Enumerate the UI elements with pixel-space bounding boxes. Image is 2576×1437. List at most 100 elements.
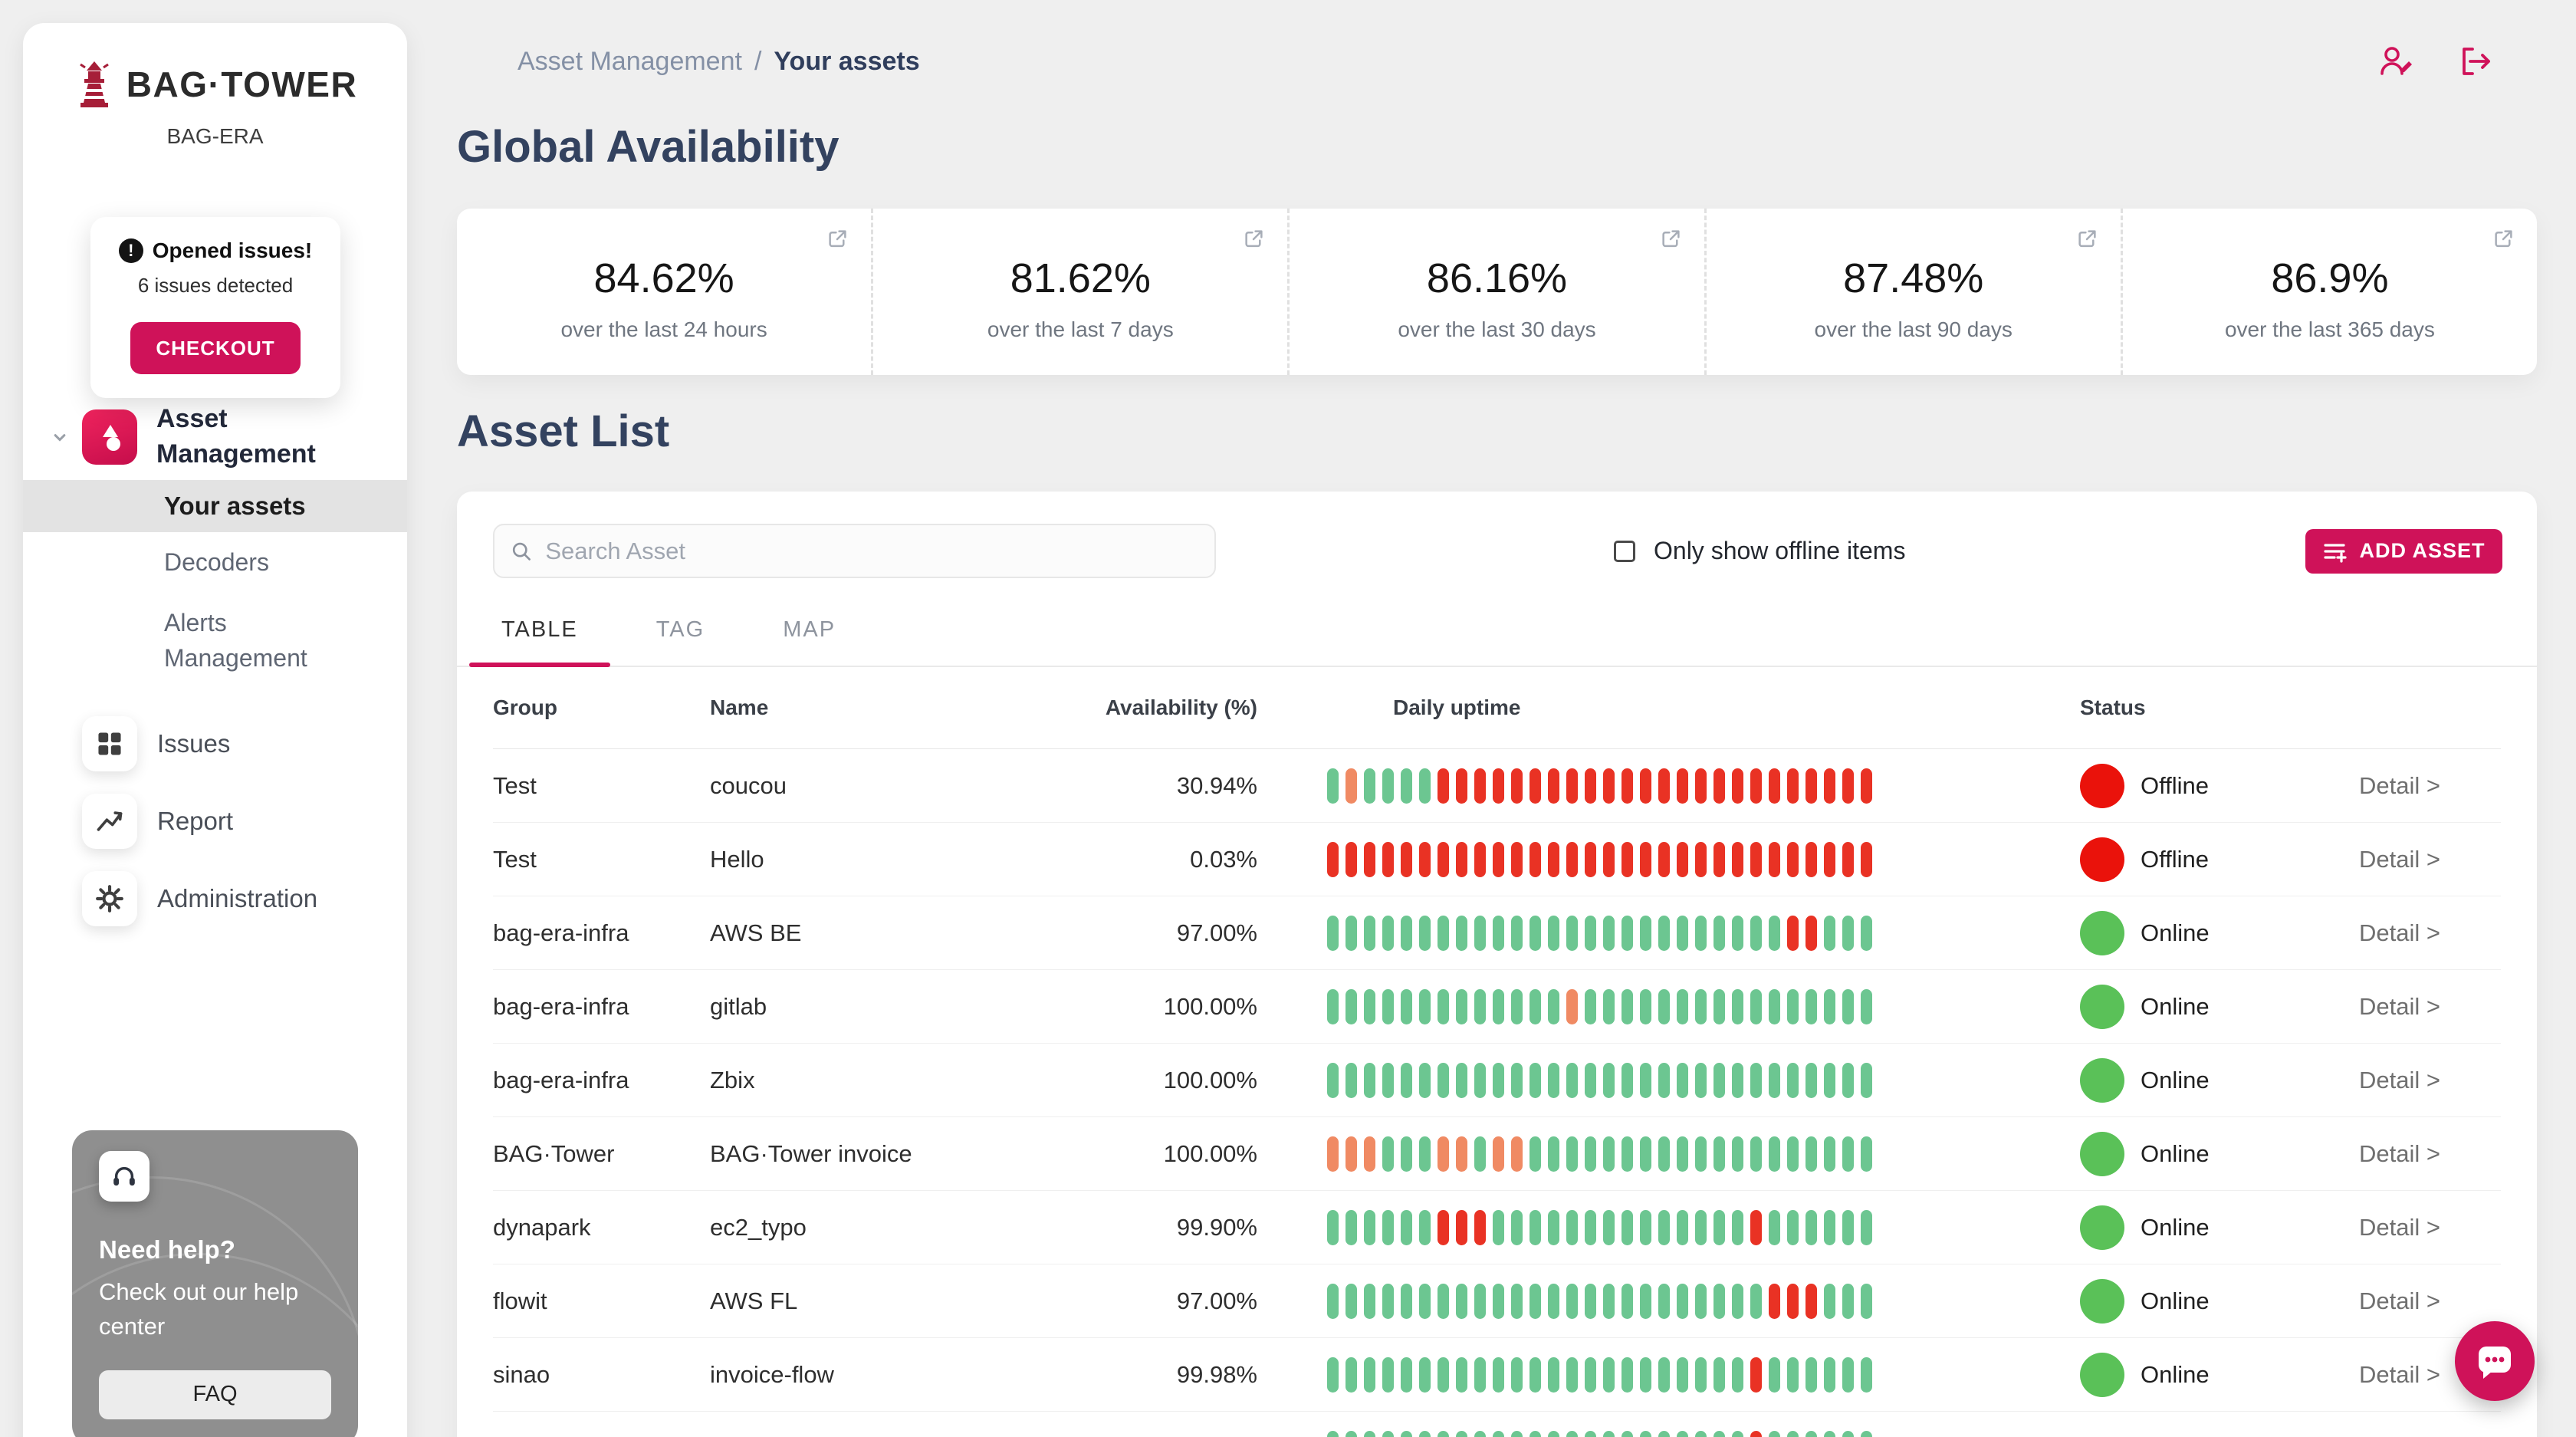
uptime-bar — [1658, 1210, 1670, 1245]
uptime-bar — [1548, 1431, 1559, 1437]
uptime-bar — [1327, 1284, 1339, 1319]
external-link-icon[interactable] — [1244, 229, 1264, 249]
external-link-icon[interactable] — [827, 229, 848, 249]
cell-name: invoice-flow — [710, 1361, 1001, 1389]
detail-link[interactable]: Detail > — [2359, 846, 2501, 873]
status-cell: Online — [2080, 985, 2359, 1029]
uptime-bar — [1714, 1431, 1725, 1437]
sidebar-item-report[interactable]: Report — [23, 794, 407, 849]
uptime-bar — [1622, 1431, 1633, 1437]
search-input[interactable] — [545, 538, 1199, 565]
column-header-group: Group — [493, 695, 710, 720]
detail-link[interactable]: Detail > — [2359, 772, 2501, 800]
cell-availability: 0.03% — [1001, 846, 1268, 873]
search-icon — [510, 539, 533, 564]
detail-link[interactable]: Detail > — [2359, 1140, 2501, 1168]
uptime-bar — [1511, 1063, 1523, 1098]
uptime-bar — [1658, 1357, 1670, 1393]
sidebar-item-alerts-management[interactable]: Alerts Management — [23, 593, 360, 689]
detail-link[interactable]: Detail > — [2359, 1287, 2501, 1315]
sidebar-item-label: Report — [157, 807, 233, 836]
detail-link[interactable]: Detail > — [2359, 993, 2501, 1021]
uptime-bar — [1787, 1431, 1799, 1437]
uptime-bar — [1603, 916, 1615, 951]
uptime-bar — [1622, 1210, 1633, 1245]
uptime-bar — [1474, 768, 1486, 804]
uptime-bar — [1566, 1136, 1578, 1172]
uptime-bar — [1622, 1136, 1633, 1172]
tab-map[interactable]: MAP — [751, 594, 868, 666]
user-edit-icon[interactable] — [2377, 43, 2414, 80]
uptime-bar — [1585, 1210, 1596, 1245]
help-title: Need help? — [99, 1235, 331, 1264]
uptime-bar — [1382, 1431, 1394, 1437]
uptime-bar — [1861, 1431, 1872, 1437]
uptime-bar — [1438, 1357, 1449, 1393]
uptime-bar — [1622, 1284, 1633, 1319]
breadcrumb-parent[interactable]: Asset Management — [518, 47, 742, 77]
uptime-bar — [1327, 916, 1339, 951]
cell-availability: 100.00% — [1001, 1140, 1268, 1168]
detail-link[interactable]: Detail > — [2359, 1214, 2501, 1241]
sidebar-item-your-assets[interactable]: Your assets — [23, 480, 407, 532]
chevron-down-icon[interactable] — [49, 426, 71, 448]
uptime-bar — [1787, 1357, 1799, 1393]
uptime-bar — [1493, 1136, 1504, 1172]
cell-availability: 99.98% — [1001, 1361, 1268, 1389]
external-link-icon[interactable] — [2493, 229, 2514, 253]
uptime-bar — [1401, 1431, 1412, 1437]
uptime-bar — [1456, 1136, 1467, 1172]
logo[interactable]: BAG·TOWER — [23, 60, 407, 109]
add-asset-button[interactable]: ADD ASSET — [2305, 529, 2502, 574]
logout-icon[interactable] — [2457, 43, 2494, 80]
sidebar-item-issues[interactable]: Issues — [23, 716, 407, 771]
chat-button[interactable] — [2455, 1321, 2535, 1401]
external-link-icon[interactable] — [827, 229, 848, 253]
tab-table[interactable]: TABLE — [469, 594, 610, 666]
uptime-bar — [1806, 842, 1817, 877]
external-link-icon[interactable] — [2077, 229, 2098, 249]
tab-tag[interactable]: TAG — [624, 594, 737, 666]
uptime-bar — [1806, 768, 1817, 804]
stat-value: 81.62% — [873, 255, 1287, 302]
uptime-bar — [1806, 989, 1817, 1024]
uptime-bar — [1714, 1284, 1725, 1319]
sidebar-item-decoders[interactable]: Decoders — [23, 532, 407, 593]
search-box[interactable] — [493, 524, 1216, 578]
uptime-bar — [1658, 1063, 1670, 1098]
sidebar-item-asset-management[interactable]: Asset Management — [23, 402, 407, 472]
status-dot — [2080, 764, 2124, 808]
detail-link[interactable]: Detail > — [2359, 919, 2501, 947]
external-link-icon[interactable] — [1661, 229, 1681, 253]
uptime-bar — [1842, 989, 1854, 1024]
uptime-bar — [1732, 1284, 1743, 1319]
cell-availability: 100.00% — [1001, 993, 1268, 1021]
uptime-bar — [1732, 1210, 1743, 1245]
uptime-bar — [1419, 1063, 1431, 1098]
uptime-bar — [1327, 1210, 1339, 1245]
external-link-icon[interactable] — [2493, 229, 2514, 249]
asset-list-card: Only show offline items ADD ASSET TABLET… — [457, 492, 2537, 1437]
uptime-bar — [1530, 1431, 1541, 1437]
checkout-button[interactable]: CHECKOUT — [130, 322, 301, 374]
status-cell: Online — [2080, 1205, 2359, 1250]
daily-uptime-bars — [1268, 1431, 2080, 1437]
uptime-bar — [1474, 1136, 1486, 1172]
sidebar-item-administration[interactable]: Administration — [23, 871, 407, 926]
table-row: sinaoinvoice-flow99.98%OnlineDetail > — [493, 1338, 2501, 1412]
uptime-bar — [1714, 1063, 1725, 1098]
uptime-bar — [1364, 1284, 1375, 1319]
offline-filter-checkbox[interactable] — [1614, 541, 1635, 562]
external-link-icon[interactable] — [2077, 229, 2098, 253]
status-cell: Online — [2080, 1279, 2359, 1324]
detail-link[interactable]: Detail > — [2359, 1067, 2501, 1094]
status-badge: Online — [2141, 919, 2210, 947]
external-link-icon[interactable] — [1661, 229, 1681, 249]
status-badge: Online — [2141, 1287, 2210, 1315]
daily-uptime-bars — [1268, 916, 2080, 951]
uptime-bar — [1530, 842, 1541, 877]
faq-button[interactable]: FAQ — [99, 1370, 331, 1419]
uptime-bar — [1677, 1063, 1688, 1098]
uptime-bar — [1456, 989, 1467, 1024]
external-link-icon[interactable] — [1244, 229, 1264, 253]
